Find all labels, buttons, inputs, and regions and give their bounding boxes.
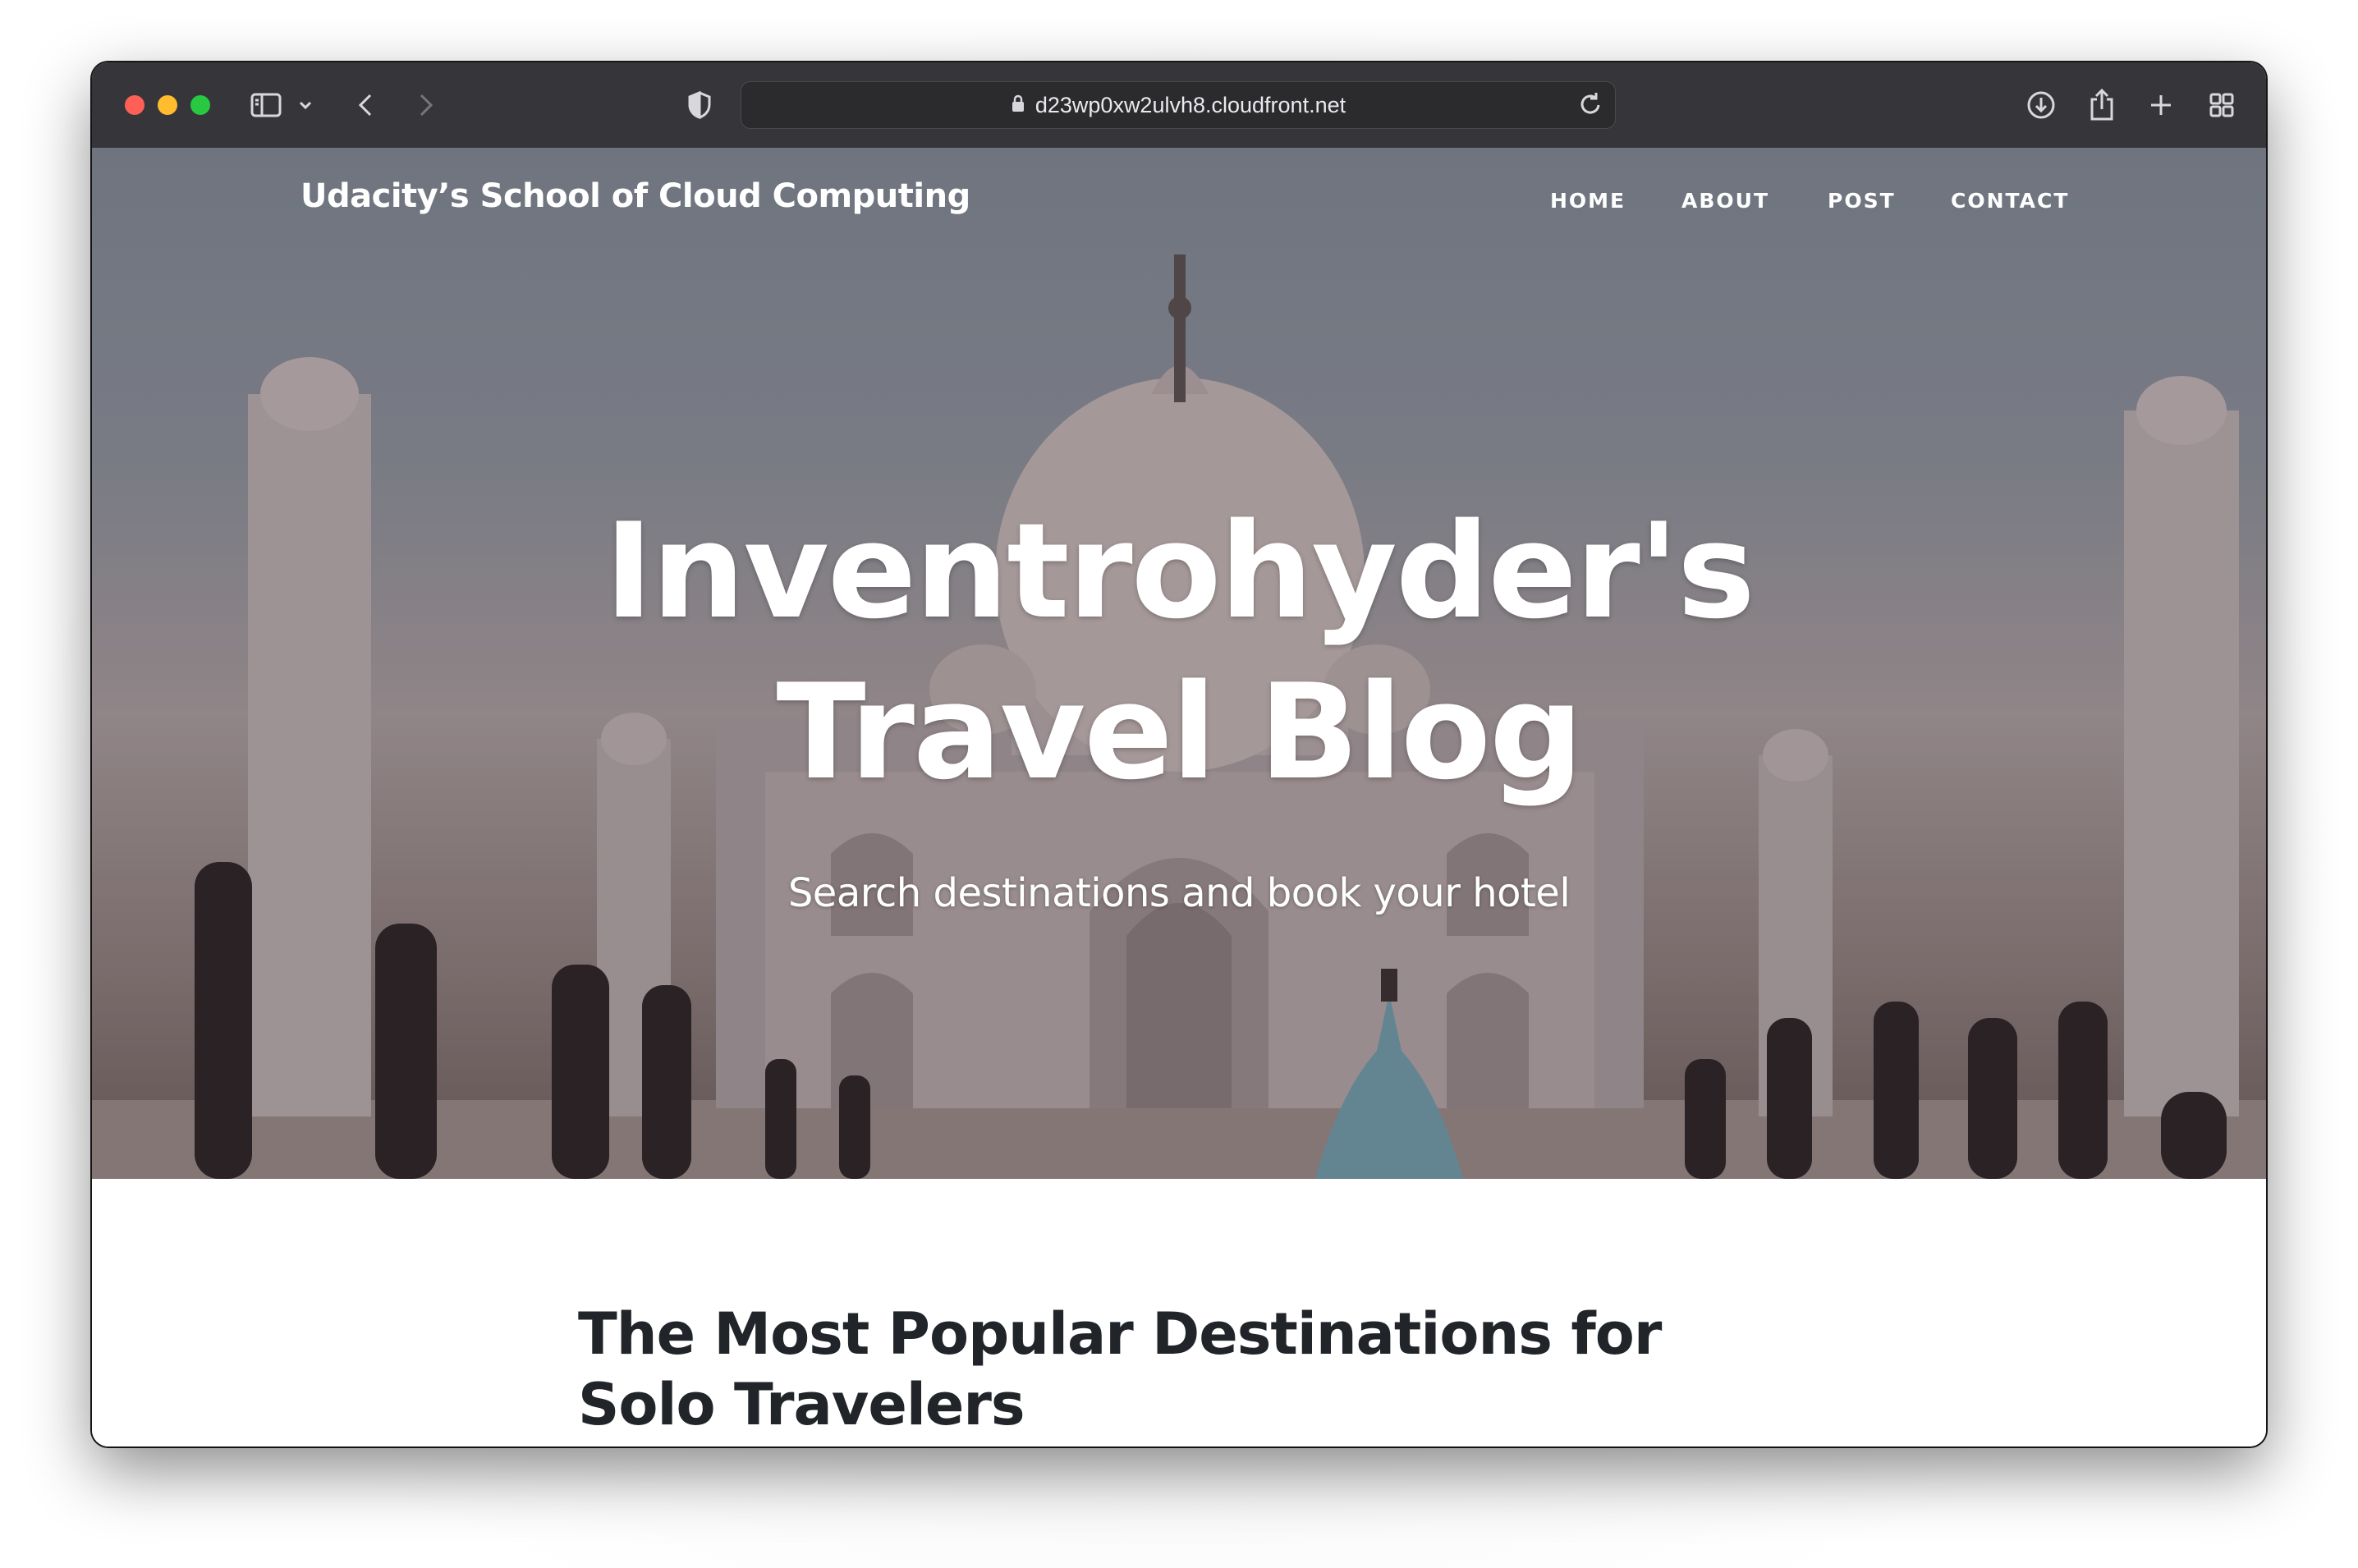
share-icon[interactable] xyxy=(2085,85,2118,125)
hero-title-line-1: Inventrohyder's xyxy=(604,494,1755,648)
new-tab-plus-icon[interactable] xyxy=(2146,85,2176,125)
address-bar[interactable]: d23wp0xw2ulvh8.cloudfront.net xyxy=(741,81,1616,129)
hero-title-line-2: Travel Blog xyxy=(776,655,1583,809)
hero-title: Inventrohyder's Travel Blog xyxy=(92,491,2266,813)
main-content: The Most Popular Destinations for Solo T… xyxy=(92,1179,2266,1447)
minimize-window-button[interactable] xyxy=(158,95,177,115)
nav-contact-link[interactable]: CONTACT xyxy=(1951,189,2069,213)
forward-arrow-icon[interactable] xyxy=(414,85,438,125)
close-window-button[interactable] xyxy=(125,95,145,115)
chevron-down-icon[interactable] xyxy=(296,85,315,125)
hero-subtitle: Search destinations and book your hotel xyxy=(787,870,1571,916)
nav-about-link[interactable]: ABOUT xyxy=(1681,189,1769,213)
back-arrow-icon[interactable] xyxy=(353,85,378,125)
nav-post-link[interactable]: POST xyxy=(1828,189,1896,213)
reload-icon[interactable] xyxy=(1577,90,1603,121)
downloads-icon[interactable] xyxy=(2023,85,2059,125)
post-title-link[interactable]: The Most Popular Destinations for Solo T… xyxy=(578,1299,1810,1440)
nav-home-link[interactable]: HOME xyxy=(1550,189,1626,213)
browser-window: d23wp0xw2ulvh8.cloudfront.net Udacity’s … xyxy=(92,62,2266,1447)
browser-toolbar: d23wp0xw2ulvh8.cloudfront.net xyxy=(92,62,2266,149)
privacy-shield-icon[interactable] xyxy=(685,85,714,125)
zoom-window-button[interactable] xyxy=(190,95,210,115)
site-brand-link[interactable]: Udacity’s School of Cloud Computing xyxy=(300,177,970,215)
tab-overview-icon[interactable] xyxy=(2205,85,2238,125)
url-text: d23wp0xw2ulvh8.cloudfront.net xyxy=(1034,92,1346,117)
lock-icon xyxy=(1011,94,1025,116)
hero-header: Udacity’s School of Cloud Computing HOME… xyxy=(92,148,2266,1179)
sidebar-toggle-icon[interactable] xyxy=(248,85,284,125)
